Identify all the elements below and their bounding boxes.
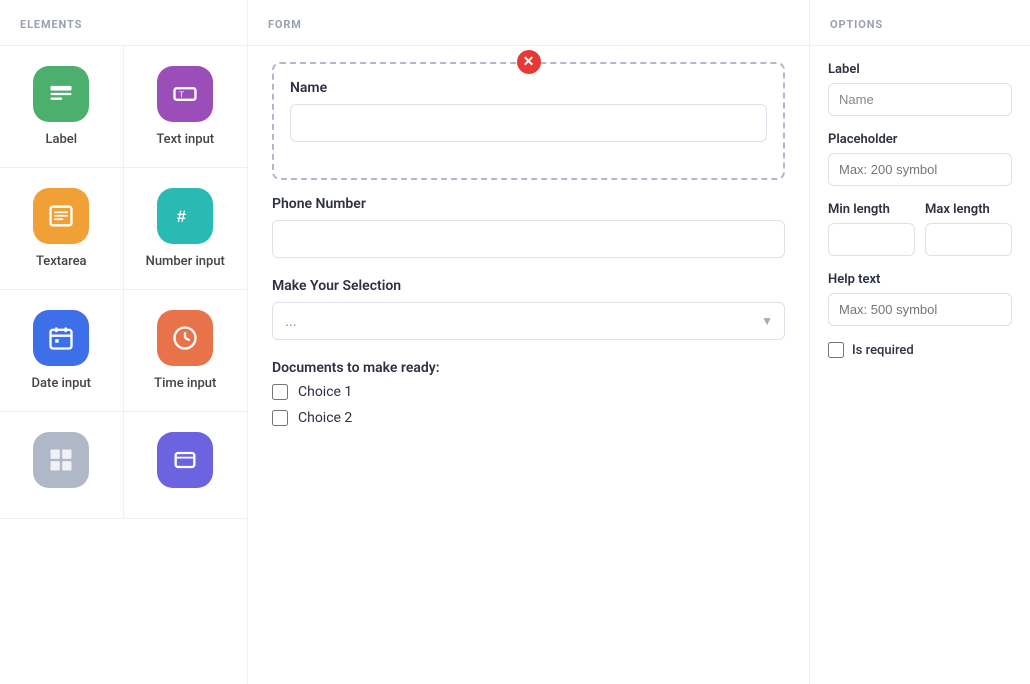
options-content: Label Placeholder Min length Max length … — [810, 46, 1030, 374]
choice-2-item[interactable]: Choice 2 — [272, 410, 785, 426]
close-button[interactable]: ✕ — [517, 50, 541, 74]
min-max-row: Min length Max length — [828, 202, 1012, 256]
help-text-option-group: Help text — [828, 272, 1012, 326]
date-icon — [33, 310, 89, 366]
selection-label: Make Your Selection — [272, 278, 785, 294]
placeholder-option-group: Placeholder — [828, 132, 1012, 186]
max-length-col: Max length — [925, 202, 1012, 256]
element-number-input[interactable]: # Number input — [124, 168, 248, 290]
phone-field: Phone Number — [272, 196, 785, 258]
element-label-text: Label — [45, 132, 77, 147]
placeholder-option-input[interactable] — [828, 153, 1012, 186]
text-input-icon: T — [157, 66, 213, 122]
element-text-input-text: Text input — [156, 132, 214, 147]
min-length-col: Min length — [828, 202, 915, 256]
min-length-input[interactable] — [828, 223, 915, 256]
element-8-icon — [157, 432, 213, 488]
svg-text:T: T — [179, 91, 184, 100]
choice-1-checkbox[interactable] — [272, 384, 288, 400]
selection-field: Make Your Selection ... ▼ — [272, 278, 785, 340]
textarea-icon — [33, 188, 89, 244]
svg-text:#: # — [177, 208, 186, 226]
name-field: Name — [290, 80, 767, 142]
placeholder-option-label: Placeholder — [828, 132, 1012, 147]
choice-1-label: Choice 1 — [298, 384, 352, 400]
name-input[interactable] — [290, 104, 767, 142]
options-header: Options — [810, 0, 1030, 46]
element-date-input[interactable]: Date input — [0, 290, 124, 412]
element-number-input-text: Number input — [146, 254, 225, 269]
help-text-option-label: Help text — [828, 272, 1012, 287]
phone-input[interactable] — [272, 220, 785, 258]
required-checkbox[interactable] — [828, 342, 844, 358]
required-label: Is required — [852, 343, 914, 358]
options-panel: Options Label Placeholder Min length Max… — [810, 0, 1030, 684]
element-7-icon — [33, 432, 89, 488]
documents-field: Documents to make ready: Choice 1 Choice… — [272, 360, 785, 426]
selection-wrapper: ... ▼ — [272, 302, 785, 340]
form-content: ✕ Name Phone Number Make Your Selection … — [248, 46, 809, 462]
element-date-input-text: Date input — [32, 376, 91, 391]
element-text-input[interactable]: T Text input — [124, 46, 248, 168]
element-textarea-text: Textarea — [36, 254, 87, 269]
help-text-option-input[interactable] — [828, 293, 1012, 326]
selection-select[interactable]: ... — [272, 302, 785, 340]
elements-grid: Label T Text input Textarea # Number inp… — [0, 46, 247, 519]
time-icon — [157, 310, 213, 366]
checkbox-group: Choice 1 Choice 2 — [272, 384, 785, 426]
number-icon: # — [157, 188, 213, 244]
name-label: Name — [290, 80, 767, 96]
max-length-input[interactable] — [925, 223, 1012, 256]
choice-2-checkbox[interactable] — [272, 410, 288, 426]
choice-2-label: Choice 2 — [298, 410, 352, 426]
phone-label: Phone Number — [272, 196, 785, 212]
form-header: Form — [248, 0, 809, 46]
element-time-input-text: Time input — [154, 376, 216, 391]
element-textarea[interactable]: Textarea — [0, 168, 124, 290]
required-row: Is required — [828, 342, 1012, 358]
element-time-input[interactable]: Time input — [124, 290, 248, 412]
choice-1-item[interactable]: Choice 1 — [272, 384, 785, 400]
element-7[interactable] — [0, 412, 124, 519]
element-8[interactable] — [124, 412, 248, 519]
label-icon — [33, 66, 89, 122]
min-length-label: Min length — [828, 202, 915, 217]
label-option-group: Label — [828, 62, 1012, 116]
label-option-input[interactable] — [828, 83, 1012, 116]
elements-header: Elements — [0, 0, 247, 46]
name-field-selected: ✕ Name — [272, 62, 785, 180]
elements-panel: Elements Label T Text input Textarea — [0, 0, 248, 684]
documents-label: Documents to make ready: — [272, 360, 785, 376]
element-label[interactable]: Label — [0, 46, 124, 168]
form-panel: Form ✕ Name Phone Number Make Your Selec… — [248, 0, 810, 684]
max-length-label: Max length — [925, 202, 1012, 217]
label-option-label: Label — [828, 62, 1012, 77]
